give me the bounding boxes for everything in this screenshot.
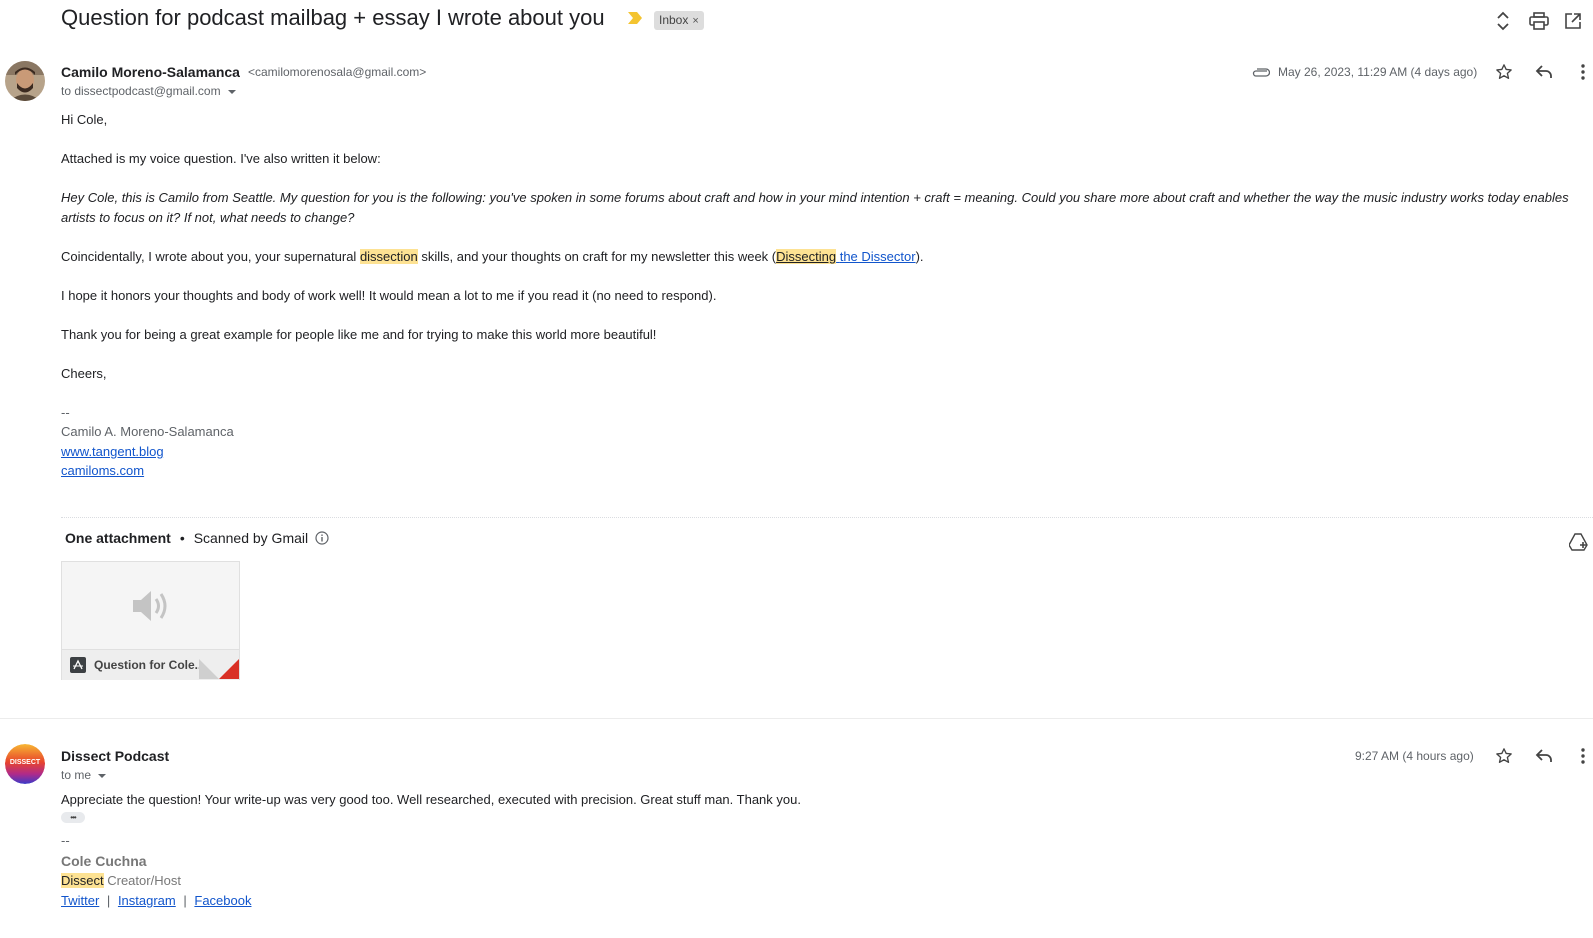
email-subject: Question for podcast mailbag + essay I w… [61, 5, 605, 30]
article-link[interactable]: Dissecting [776, 249, 837, 264]
ellipsis-icon: ••• [70, 812, 76, 822]
star-icon[interactable] [1492, 60, 1516, 84]
instagram-link[interactable]: Instagram [118, 893, 176, 908]
reply-body: Appreciate the question! Your write-up w… [61, 792, 801, 807]
label-chip-inbox[interactable]: Inbox × [654, 11, 704, 30]
print-icon[interactable] [1527, 9, 1551, 33]
signature-name: Camilo A. Moreno-Salamanca [61, 424, 234, 439]
signature-separator: -- [61, 405, 70, 420]
search-highlight: Dissect [61, 873, 104, 888]
signature-link-site[interactable]: camiloms.com [61, 463, 144, 478]
sender-avatar[interactable] [5, 61, 45, 101]
audio-file-icon [70, 657, 86, 673]
email-greeting: Hi Cole, [61, 112, 108, 127]
sender-name[interactable]: Camilo Moreno-Salamanca [61, 64, 240, 80]
twitter-link[interactable]: Twitter [61, 893, 99, 908]
recipient-line: to dissectpodcast@gmail.com [61, 84, 237, 98]
paragraph-text: Coincidentally, I wrote about you, your … [61, 249, 360, 264]
email-paragraph: Attached is my voice question. I've also… [61, 151, 381, 166]
attachment-corner-fold [199, 659, 219, 679]
more-vert-icon[interactable] [1571, 60, 1593, 84]
email-paragraph: I hope it honors your thoughts and body … [61, 288, 717, 303]
article-link[interactable]: the Dissector [840, 249, 916, 264]
reply-icon[interactable] [1532, 744, 1556, 768]
avatar-text: DISSECT [9, 759, 41, 766]
recipient-text: to me [61, 768, 92, 782]
sender-name[interactable]: Dissect Podcast [61, 748, 169, 764]
role-text: Creator/Host [103, 873, 181, 888]
scanned-label: Scanned by Gmail [193, 530, 309, 546]
add-to-drive-icon[interactable] [1567, 530, 1591, 554]
link-separator: | [106, 893, 111, 908]
message-divider [0, 718, 1593, 719]
sender-avatar-dissect[interactable]: DISSECT [5, 744, 45, 784]
sender-email: <camilomorenosala@gmail.com> [248, 65, 427, 79]
signature-role: Dissect Creator/Host [61, 871, 181, 891]
link-separator: | [183, 893, 187, 908]
separator-dot: • [179, 530, 185, 546]
email-closing: Cheers, [61, 366, 107, 381]
speaker-icon [62, 562, 239, 649]
paragraph-text: ). [915, 249, 924, 264]
remove-label-button[interactable]: × [692, 15, 698, 27]
attachment-filename: Question for Cole... [94, 658, 205, 672]
facebook-link[interactable]: Facebook [194, 893, 251, 908]
attachment-corner-marker [219, 659, 239, 679]
recipient-text: to dissectpodcast@gmail.com [61, 84, 221, 98]
paperclip-icon [1252, 65, 1271, 83]
info-icon[interactable] [315, 531, 329, 545]
recipient-line: to me [61, 768, 107, 782]
show-details-chevron-icon[interactable] [227, 84, 237, 98]
label-chip-text: Inbox [659, 13, 689, 27]
open-new-window-icon[interactable] [1561, 9, 1585, 33]
signature-link-blog[interactable]: www.tangent.blog [61, 444, 164, 459]
email-paragraph: Thank you for being a great example for … [61, 327, 657, 342]
search-highlight: dissection [359, 249, 418, 264]
show-trimmed-content-button[interactable]: ••• [61, 812, 85, 823]
reply-icon[interactable] [1532, 60, 1556, 84]
attachments-title: One attachment [65, 530, 171, 546]
importance-marker-icon[interactable] [628, 11, 642, 29]
more-vert-icon[interactable] [1571, 744, 1593, 768]
paragraph-text: skills, and your thoughts on craft for m… [417, 249, 777, 264]
expand-collapse-icon[interactable] [1491, 9, 1515, 33]
signature-separator: -- [61, 833, 70, 848]
attachments-header: One attachment • Scanned by Gmail [65, 530, 329, 546]
star-icon[interactable] [1492, 744, 1516, 768]
email-paragraph-coincidence: Coincidentally, I wrote about you, your … [61, 247, 1581, 267]
social-links: Twitter | Instagram | Facebook [61, 891, 251, 911]
message-date: 9:27 AM (4 hours ago) [1355, 749, 1474, 763]
attachment-card[interactable]: Question for Cole... [61, 561, 240, 680]
signature-name: Cole Cuchna [61, 853, 147, 869]
email-question-text: Hey Cole, this is Camilo from Seattle. M… [61, 190, 1569, 225]
attachments-divider [61, 517, 1593, 518]
show-details-chevron-icon[interactable] [97, 768, 107, 782]
message-date: May 26, 2023, 11:29 AM (4 days ago) [1278, 65, 1478, 79]
